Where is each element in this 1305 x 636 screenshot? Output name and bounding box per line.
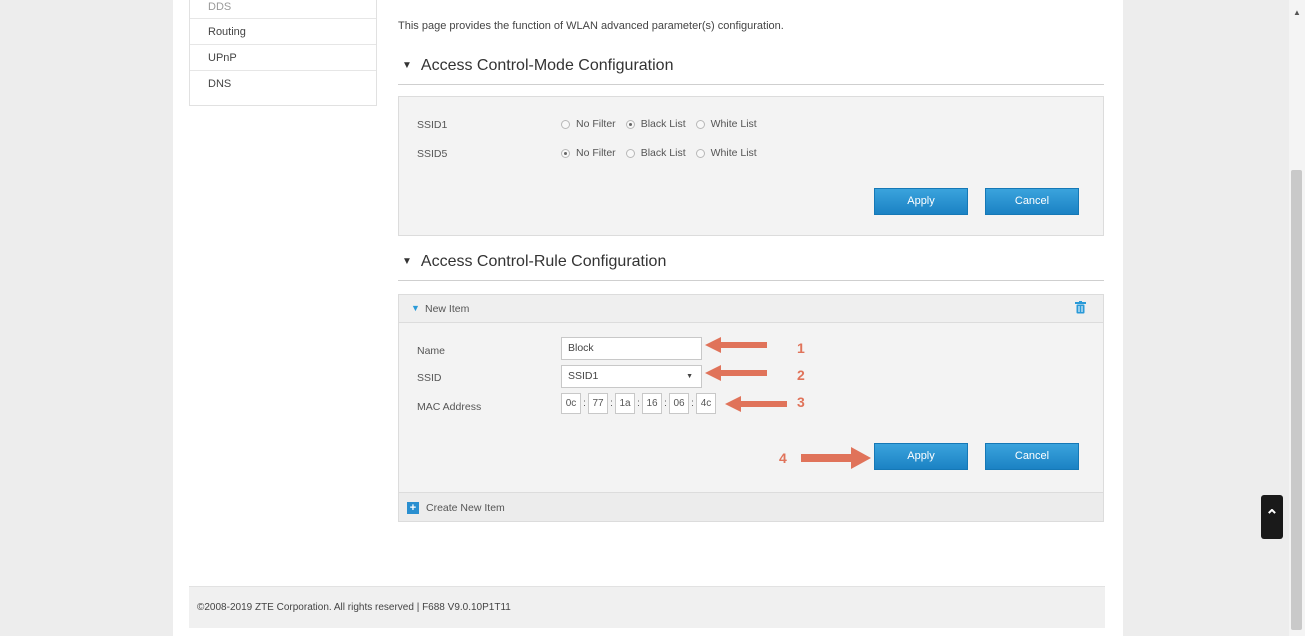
annotation-arrow-1: [705, 337, 767, 353]
ssid5-no-filter[interactable]: No Filter: [561, 147, 616, 159]
collapse-triangle-icon: ▼: [402, 256, 412, 267]
nav-item-routing[interactable]: Routing: [190, 18, 376, 44]
mac-octet-1[interactable]: 0c: [561, 393, 581, 414]
rule-section-title-text: Access Control-Rule Configuration: [420, 253, 667, 270]
plus-icon: +: [407, 502, 419, 514]
rule-cancel-button[interactable]: Cancel: [985, 443, 1079, 470]
collapse-triangle-icon: ▼: [402, 60, 412, 71]
trash-icon[interactable]: [1075, 301, 1086, 314]
ssid5-label: SSID5: [417, 148, 448, 160]
nav-item-dds[interactable]: DDS: [190, 0, 376, 18]
name-label: Name: [417, 345, 446, 357]
ssid-label: SSID: [417, 372, 442, 384]
mac-octet-2[interactable]: 77: [588, 393, 608, 414]
annotation-arrow-2: [705, 365, 767, 381]
scrollbar-thumb[interactable]: [1291, 170, 1302, 630]
ssid5-black-list[interactable]: Black List: [625, 147, 686, 159]
mode-apply-button[interactable]: Apply: [874, 188, 968, 215]
double-chevron-up-icon[interactable]: ⌃: [1261, 495, 1283, 539]
create-new-item-bar[interactable]: + Create New Item: [399, 492, 1103, 521]
mode-panel: SSID1 No Filter Black List White List SS…: [398, 96, 1104, 236]
mac-address-label: MAC Address: [417, 401, 482, 413]
annotation-number-3: 3: [797, 394, 805, 410]
rule-apply-button[interactable]: Apply: [874, 443, 968, 470]
main-page: DDS Routing UPnP DNS This page provides …: [173, 0, 1123, 636]
mac-address-input: 0c: 77: 1a: 16: 06: 4c: [561, 393, 716, 414]
ssid1-filter-group: No Filter Black List White List: [561, 118, 767, 130]
ssid-select-value: SSID1: [568, 370, 599, 382]
scroll-up-arrow-icon[interactable]: ▲: [1293, 8, 1301, 17]
mac-octet-3[interactable]: 1a: [615, 393, 635, 414]
page-footer: ©2008-2019 ZTE Corporation. All rights r…: [189, 586, 1105, 628]
dropdown-arrow-icon: ▼: [686, 373, 693, 380]
page-description: This page provides the function of WLAN …: [398, 20, 784, 32]
radio-icon: [561, 119, 570, 129]
annotation-number-1: 1: [797, 340, 805, 356]
radio-icon: [695, 119, 705, 129]
left-nav: DDS Routing UPnP DNS: [189, 0, 377, 106]
create-new-item-label: Create New Item: [426, 502, 505, 514]
name-input[interactable]: Block: [561, 337, 702, 360]
mode-cancel-button[interactable]: Cancel: [985, 188, 1079, 215]
mode-section-title-text: Access Control-Mode Configuration: [420, 57, 674, 74]
expand-triangle-icon: ▼: [411, 303, 420, 313]
radio-selected-icon: [625, 119, 635, 129]
annotation-number-4: 4: [779, 450, 787, 466]
nav-item-upnp[interactable]: UPnP: [190, 44, 376, 70]
nav-item-dns[interactable]: DNS: [190, 70, 376, 96]
ssid1-no-filter[interactable]: No Filter: [561, 118, 616, 130]
mode-section-title[interactable]: ▼ Access Control-Mode Configuration: [398, 57, 1104, 85]
annotation-number-2: 2: [797, 367, 805, 383]
radio-selected-icon: [561, 148, 570, 158]
mac-octet-4[interactable]: 16: [642, 393, 662, 414]
mac-octet-6[interactable]: 4c: [696, 393, 716, 414]
rule-section-title[interactable]: ▼ Access Control-Rule Configuration: [398, 253, 1104, 281]
radio-icon: [695, 148, 705, 158]
mac-octet-5[interactable]: 06: [669, 393, 689, 414]
annotation-arrow-4: [801, 447, 871, 469]
new-item-title: New Item: [425, 303, 470, 315]
ssid5-white-list[interactable]: White List: [695, 147, 757, 159]
new-item-header[interactable]: ▼ New Item: [399, 295, 1103, 323]
radio-icon: [625, 148, 635, 158]
vertical-scrollbar[interactable]: ▲: [1289, 0, 1305, 636]
ssid-select[interactable]: SSID1 ▼: [561, 365, 702, 388]
annotation-arrow-3: [725, 396, 787, 412]
ssid1-label: SSID1: [417, 119, 448, 131]
ssid1-white-list[interactable]: White List: [695, 118, 757, 130]
ssid1-black-list[interactable]: Black List: [625, 118, 686, 130]
ssid5-filter-group: No Filter Black List White List: [561, 147, 767, 159]
